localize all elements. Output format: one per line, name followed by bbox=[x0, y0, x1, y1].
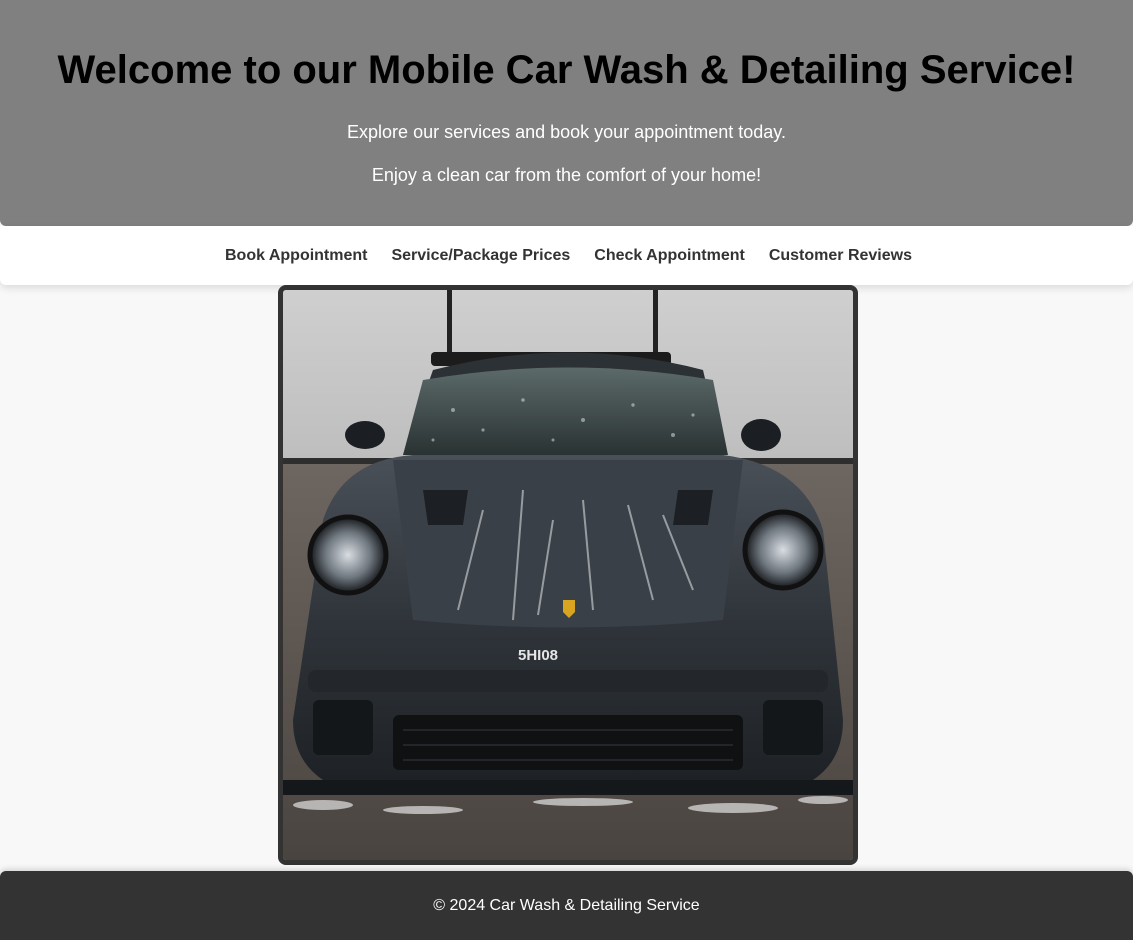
nav-book-appointment[interactable]: Book Appointment bbox=[225, 247, 368, 265]
page: Welcome to our Mobile Car Wash & Detaili… bbox=[0, 0, 1133, 940]
right-mirror bbox=[741, 419, 781, 451]
footer-copyright: © 2024 Car Wash & Detailing Service bbox=[433, 896, 700, 914]
front-grille bbox=[393, 715, 743, 770]
front-bumper bbox=[308, 670, 828, 692]
plate-text: 5HI08 bbox=[518, 647, 558, 664]
hood-vent-right bbox=[673, 490, 713, 525]
page-title: Welcome to our Mobile Car Wash & Detaili… bbox=[57, 48, 1076, 92]
hanging-hose-right bbox=[653, 290, 658, 360]
car-photo: 5HI08 bbox=[278, 285, 858, 865]
site-footer: © 2024 Car Wash & Detailing Service bbox=[0, 871, 1133, 940]
left-intake bbox=[313, 700, 373, 755]
right-intake bbox=[763, 700, 823, 755]
car-illustration: 5HI08 bbox=[283, 290, 853, 860]
right-headlight bbox=[742, 509, 824, 591]
hanging-hose-left bbox=[447, 290, 452, 360]
nav-customer-reviews[interactable]: Customer Reviews bbox=[769, 247, 912, 265]
hero-subtitle-comfort: Enjoy a clean car from the comfort of yo… bbox=[371, 165, 762, 185]
front-splitter bbox=[283, 780, 853, 795]
nav-check-appointment[interactable]: Check Appointment bbox=[594, 247, 745, 265]
left-headlight bbox=[307, 514, 389, 596]
hero-banner: Welcome to our Mobile Car Wash & Detaili… bbox=[0, 0, 1133, 226]
hood-vent-left bbox=[423, 490, 468, 525]
hero-subtitle-services: Explore our services and book your appoi… bbox=[347, 122, 786, 142]
left-mirror bbox=[345, 421, 385, 449]
main-nav: Book Appointment Service/Package Prices … bbox=[0, 226, 1133, 285]
nav-service-prices[interactable]: Service/Package Prices bbox=[391, 247, 570, 265]
